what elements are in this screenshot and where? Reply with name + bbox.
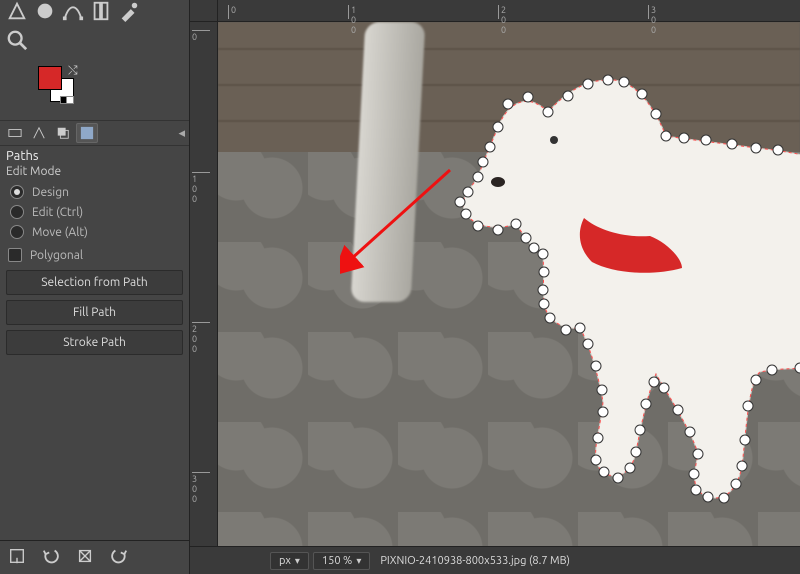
checkbox-icon: [8, 248, 22, 262]
filename-display: PIXNIO-2410938-800x533.jpg (8.7 MB): [380, 555, 794, 567]
radio-edit[interactable]: Edit (Ctrl): [6, 202, 183, 222]
radio-icon: [10, 205, 24, 219]
swap-colors-icon[interactable]: ⤭: [68, 64, 78, 78]
ruler-vertical[interactable]: 0100200300: [190, 22, 218, 546]
tool-row: [0, 0, 189, 29]
canvas-area: 0100200300 0100200300: [190, 0, 800, 574]
text-tool-icon[interactable]: [90, 0, 112, 25]
tab-paths[interactable]: [76, 123, 98, 143]
unit-selector[interactable]: px▾: [270, 552, 309, 570]
eyedropper-icon[interactable]: [118, 0, 140, 25]
color-swatches[interactable]: ⤭: [36, 64, 98, 114]
delete-icon[interactable]: [76, 547, 94, 568]
radio-move[interactable]: Move (Alt): [6, 222, 183, 242]
tab-menu-icon[interactable]: ◂: [178, 126, 185, 141]
default-colors-icon[interactable]: [60, 94, 74, 107]
zoom-tool-icon[interactable]: [0, 29, 189, 64]
radio-icon: [10, 225, 24, 239]
selection-from-path-button[interactable]: Selection from Path: [6, 270, 183, 295]
panel-title: Paths: [0, 146, 189, 163]
path-tool-icon[interactable]: [62, 0, 84, 25]
stroke-path-button[interactable]: Stroke Path: [6, 330, 183, 355]
undo-icon[interactable]: [42, 547, 60, 568]
polygonal-checkbox-row[interactable]: Polygonal: [0, 246, 189, 270]
save-preset-icon[interactable]: [8, 547, 26, 568]
panel-footer: [0, 540, 189, 574]
zoom-selector[interactable]: 150 %▾: [313, 552, 370, 570]
tab-device-status[interactable]: [28, 123, 50, 143]
radio-icon: [10, 185, 24, 199]
radio-design[interactable]: Design: [6, 182, 183, 202]
tab-tool-options[interactable]: [4, 123, 26, 143]
photo-content: [218, 22, 800, 546]
ruler-horizontal[interactable]: 0100200300: [218, 0, 800, 22]
reset-icon[interactable]: [110, 547, 128, 568]
tool-icon[interactable]: [6, 0, 28, 25]
tool-options-panel: ⤭ ◂ Paths Edit Mode Design Edit (Ctrl) M…: [0, 0, 190, 574]
image-canvas[interactable]: [218, 22, 800, 546]
edit-mode-group: Design Edit (Ctrl) Move (Alt): [0, 182, 189, 246]
ruler-corner: [190, 0, 218, 22]
edit-mode-label: Edit Mode: [0, 163, 189, 182]
ellipse-tool-icon[interactable]: [34, 0, 56, 25]
fill-path-button[interactable]: Fill Path: [6, 300, 183, 325]
status-bar: px▾ 150 %▾ PIXNIO-2410938-800x533.jpg (8…: [190, 546, 800, 574]
fg-color-swatch[interactable]: [38, 66, 62, 90]
tab-layers[interactable]: [52, 123, 74, 143]
dockable-tabs: ◂: [0, 120, 189, 146]
